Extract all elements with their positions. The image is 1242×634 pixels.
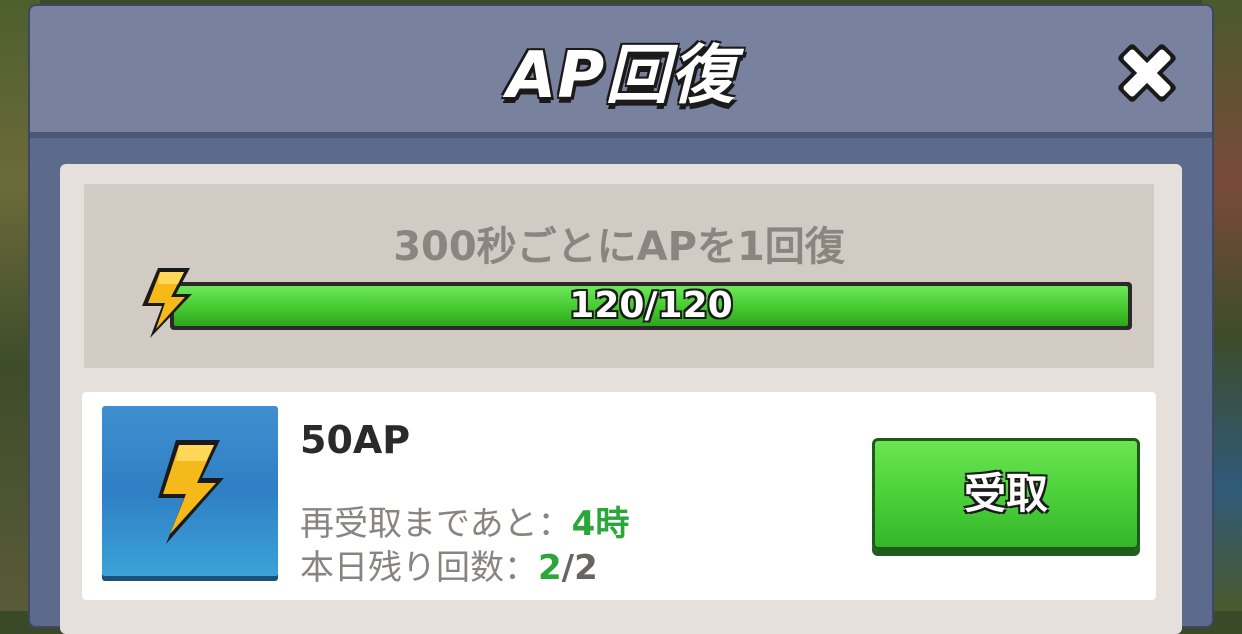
- remaining-label: 本日残り回数：: [300, 548, 538, 588]
- ap-progress-bar: 120/120: [170, 282, 1132, 330]
- remaining-count-info: 本日残り回数：2/2: [300, 540, 598, 589]
- ap-recovery-dialog: AP回復 300秒ごとにAPを1回復 120/120 50AP 再受取まであと：…: [30, 6, 1212, 634]
- reward-icon-tile: [102, 406, 278, 576]
- remaining-total: /2: [561, 548, 598, 588]
- claim-button[interactable]: 受取: [872, 438, 1140, 550]
- lightning-bolt-icon: [142, 268, 192, 338]
- dialog-header: AP回復: [30, 6, 1212, 138]
- cooldown-label: 再受取まであと：: [300, 504, 572, 544]
- ap-recovery-status: 300秒ごとにAPを1回復 120/120: [84, 184, 1154, 368]
- cooldown-value: 4時: [571, 504, 630, 544]
- reward-row-50ap: 50AP 再受取まであと：4時 本日残り回数：2/2 受取: [82, 392, 1156, 600]
- dialog-body: 300秒ごとにAPを1回復 120/120 50AP 再受取まであと：4時 本日…: [60, 164, 1182, 634]
- claim-button-label: 受取: [963, 469, 1048, 518]
- reward-name: 50AP: [300, 418, 411, 462]
- lightning-bolt-icon: [158, 440, 224, 544]
- close-icon: [1118, 44, 1176, 102]
- cooldown-info: 再受取まであと：4時: [300, 496, 629, 545]
- close-button[interactable]: [1110, 36, 1184, 110]
- ap-progress-label: 120/120: [569, 285, 733, 326]
- dialog-title: AP回復: [506, 39, 736, 113]
- remaining-current: 2: [538, 548, 562, 588]
- recovery-rate-text: 300秒ごとにAPを1回復: [393, 224, 845, 270]
